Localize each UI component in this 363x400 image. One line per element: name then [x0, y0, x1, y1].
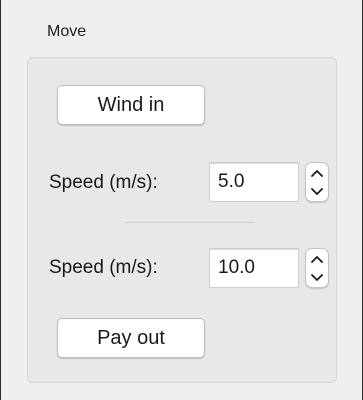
chevron-up-icon[interactable] — [306, 249, 328, 268]
pay-out-button[interactable]: Pay out — [57, 318, 205, 358]
chevron-down-icon[interactable] — [306, 182, 328, 201]
move-panel: Move Wind in Speed (m/s): 5.0 Speed (m/s… — [0, 0, 363, 400]
wind-speed-label: Speed (m/s): — [49, 172, 158, 193]
chevron-down-icon[interactable] — [306, 268, 328, 287]
wind-in-button[interactable]: Wind in — [57, 85, 205, 125]
group-title: Move — [47, 23, 87, 40]
chevron-up-icon[interactable] — [306, 163, 328, 182]
wind-speed-stepper[interactable] — [305, 162, 329, 202]
pay-speed-field[interactable]: 10.0 — [209, 248, 299, 288]
pay-speed-label: Speed (m/s): — [49, 257, 158, 278]
separator — [125, 222, 255, 223]
pay-speed-stepper[interactable] — [305, 248, 329, 288]
wind-speed-field[interactable]: 5.0 — [209, 162, 299, 202]
